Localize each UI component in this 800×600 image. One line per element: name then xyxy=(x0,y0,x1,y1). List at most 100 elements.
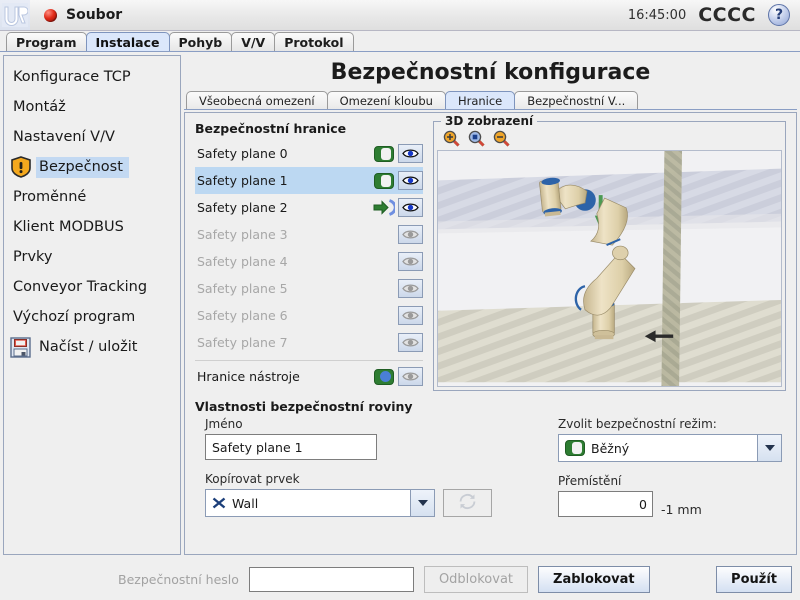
tab-hranice[interactable]: Hranice xyxy=(444,91,516,109)
plane-name-label: Safety plane 3 xyxy=(197,227,288,242)
eye-active-icon[interactable] xyxy=(397,171,423,190)
copy-feature-combo[interactable]: Wall xyxy=(205,489,435,518)
view3d-legend: 3D zobrazení xyxy=(441,114,538,128)
safety-mode-combo[interactable]: Běžný xyxy=(558,434,782,463)
zoom-in-icon[interactable] xyxy=(443,130,460,147)
eye-inactive-icon[interactable] xyxy=(397,279,423,298)
eye-inactive-icon[interactable] xyxy=(397,225,423,244)
sidebar-item-label: Výchozí program xyxy=(13,308,136,325)
eye-inactive-icon[interactable] xyxy=(397,367,423,386)
sidebar-item-klient-modbus[interactable]: Klient MODBUS xyxy=(4,212,180,242)
sidebar-item-nacist-ulozit[interactable]: Načíst / uložit xyxy=(4,332,180,362)
sidebar-item-nastaveni-vv[interactable]: Nastavení V/V xyxy=(4,122,180,152)
help-icon[interactable]: ? xyxy=(768,4,790,26)
apply-button[interactable]: Použít xyxy=(716,565,792,593)
plane-row-5[interactable]: Safety plane 5 xyxy=(195,275,423,302)
toggle-green-blue-icon[interactable] xyxy=(371,368,397,385)
zoom-fit-icon[interactable] xyxy=(468,130,485,147)
installation-sidebar: Konfigurace TCP Montáž Nastavení V/V Bez… xyxy=(3,55,181,555)
sidebar-item-label: Prvky xyxy=(13,248,53,265)
chevron-down-icon[interactable] xyxy=(757,435,781,462)
displacement-row: 0 -1 mm xyxy=(558,491,786,518)
main-tab-strip: Program Instalace Pohyb V/V Protokol xyxy=(0,31,800,52)
clock-label: 16:45:00 xyxy=(627,7,687,23)
safety-boundaries-list: Bezpečnostní hranice Safety plane 0 Safe… xyxy=(195,121,423,391)
sidebar-item-prvky[interactable]: Prvky xyxy=(4,242,180,272)
tool-boundary-row[interactable]: Hranice nástroje xyxy=(195,363,423,390)
tab-vv[interactable]: V/V xyxy=(231,32,276,51)
file-menu-label: Soubor xyxy=(66,7,123,23)
tab-instalace[interactable]: Instalace xyxy=(85,32,170,51)
lock-button[interactable]: Zablokovat xyxy=(538,565,650,593)
view3d-column: 3D zobrazení xyxy=(433,114,786,392)
sidebar-item-bezpecnost[interactable]: Bezpečnost xyxy=(4,152,180,182)
safety-password-input[interactable] xyxy=(248,566,414,592)
sidebar-item-montaz[interactable]: Montáž xyxy=(4,92,180,122)
plane-row-1[interactable]: Safety plane 1 xyxy=(195,167,423,194)
warning-shield-icon xyxy=(10,156,36,178)
tab-protokol[interactable]: Protokol xyxy=(274,32,354,51)
plane-name-label: Safety plane 0 xyxy=(197,146,288,161)
sidebar-item-vychozi-program[interactable]: Výchozí program xyxy=(4,302,180,332)
plane-properties-section: Vlastnosti bezpečnostní roviny Jméno Saf… xyxy=(195,399,786,518)
plane-row-7[interactable]: Safety plane 7 xyxy=(195,329,423,356)
arrow-into-bracket-icon[interactable] xyxy=(371,199,397,216)
tab-bezpecnostni-vv[interactable]: Bezpečnostní V... xyxy=(514,91,639,109)
boundaries-section-title: Bezpečnostní hranice xyxy=(195,121,347,136)
red-indicator-icon xyxy=(44,8,57,22)
properties-grid: Jméno Safety plane 1 Kopírovat prvek Wal… xyxy=(195,417,786,518)
ur-logo-icon xyxy=(0,0,30,30)
robot-3d-viewport[interactable] xyxy=(437,150,782,388)
plane-name-label: Safety plane 6 xyxy=(197,308,288,323)
safety-password-label: Bezpečnostní heslo xyxy=(118,571,239,587)
file-menu[interactable]: Soubor xyxy=(44,7,122,23)
safety-sub-tab-strip: Všeobecná omezení Omezení kloubu Hranice… xyxy=(184,91,797,110)
displacement-label: Přemístění xyxy=(558,474,622,489)
sidebar-item-konfigurace-tcp[interactable]: Konfigurace TCP xyxy=(4,62,180,92)
zoom-out-icon[interactable] xyxy=(493,130,510,147)
plane-name-label: Safety plane 5 xyxy=(197,281,288,296)
eye-inactive-icon[interactable] xyxy=(397,333,423,352)
refresh-button[interactable] xyxy=(443,489,492,518)
panel-top-row: Bezpečnostní hranice Safety plane 0 Safe… xyxy=(195,114,786,392)
tab-vseobecna-omezeni[interactable]: Všeobecná omezení xyxy=(186,91,328,109)
plane-name-input[interactable]: Safety plane 1 xyxy=(205,434,377,461)
plane-row-3[interactable]: Safety plane 3 xyxy=(195,221,423,248)
tab-program[interactable]: Program xyxy=(6,32,87,51)
sidebar-item-conveyor-tracking[interactable]: Conveyor Tracking xyxy=(4,272,180,302)
name-field-label: Jméno xyxy=(205,417,243,432)
save-floppy-icon xyxy=(10,336,36,358)
toggle-green-icon[interactable] xyxy=(371,145,397,162)
copy-feature-row: Wall xyxy=(205,489,550,518)
tab-pohyb[interactable]: Pohyb xyxy=(168,32,233,51)
safety-mode-label: Zvolit bezpečnostní režim: xyxy=(558,417,717,432)
properties-left-column: Jméno Safety plane 1 Kopírovat prvek Wal… xyxy=(195,417,550,518)
chevron-down-icon[interactable] xyxy=(410,490,434,517)
eye-active-icon[interactable] xyxy=(397,198,423,217)
plane-feature-icon xyxy=(212,496,226,510)
tab-omezeni-kloubu[interactable]: Omezení kloubu xyxy=(326,91,446,109)
safety-mode-value: Běžný xyxy=(591,440,630,456)
page-title: Bezpečnostní konfigurace xyxy=(330,60,651,85)
plane-name-label: Safety plane 2 xyxy=(197,200,288,215)
eye-inactive-icon[interactable] xyxy=(397,306,423,325)
eye-active-icon[interactable] xyxy=(397,144,423,163)
plane-row-2[interactable]: Safety plane 2 xyxy=(195,194,423,221)
robot-scene xyxy=(438,151,781,387)
sidebar-item-label: Conveyor Tracking xyxy=(13,278,148,295)
displacement-input[interactable]: 0 xyxy=(558,491,653,518)
unlock-button[interactable]: Odblokovat xyxy=(423,565,529,593)
plane-row-4[interactable]: Safety plane 4 xyxy=(195,248,423,275)
sidebar-item-label: Nastavení V/V xyxy=(13,128,115,145)
list-divider xyxy=(195,360,423,361)
plane-row-6[interactable]: Safety plane 6 xyxy=(195,302,423,329)
displacement-unit-label: -1 mm xyxy=(661,502,702,518)
toggle-green-icon[interactable] xyxy=(371,172,397,189)
application-window: Soubor 16:45:00 CCCC ? Program Instalace… xyxy=(0,0,800,600)
sidebar-item-label: Načíst / uložit xyxy=(39,338,138,355)
sidebar-item-label: Montáž xyxy=(13,98,66,115)
refresh-icon xyxy=(458,492,477,514)
sidebar-item-promenne[interactable]: Proměnné xyxy=(4,182,180,212)
eye-inactive-icon[interactable] xyxy=(397,252,423,271)
plane-row-0[interactable]: Safety plane 0 xyxy=(195,140,423,167)
